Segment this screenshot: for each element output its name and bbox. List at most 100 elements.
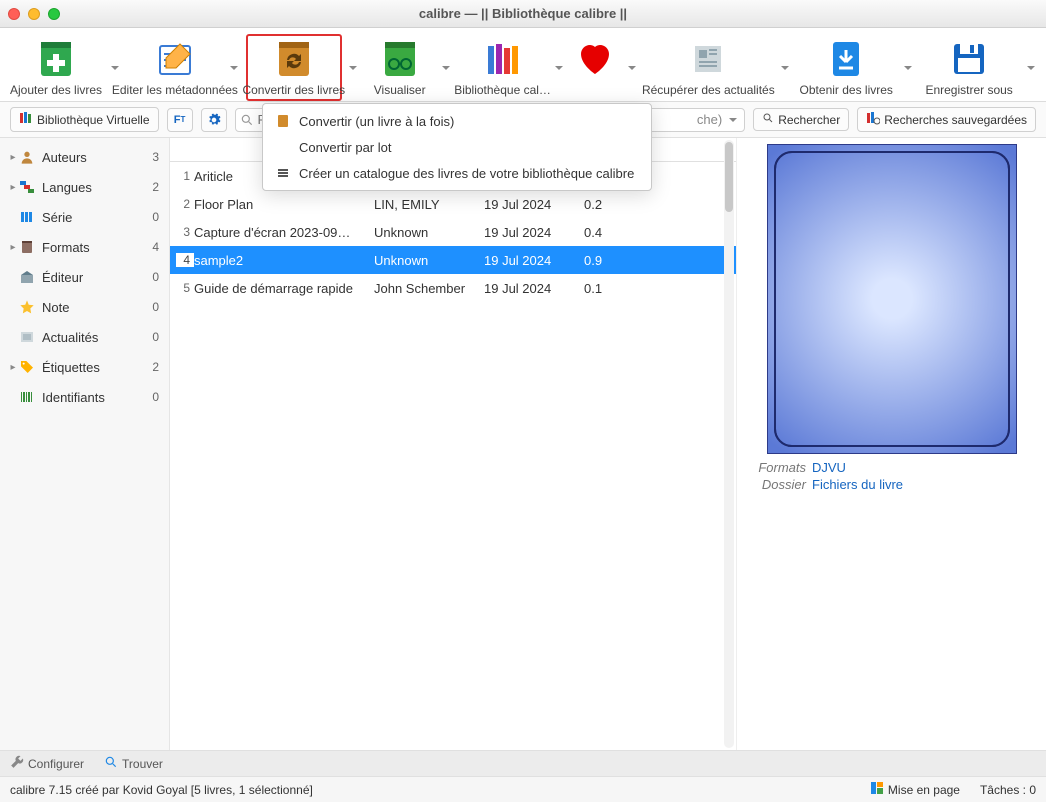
chevron-right-icon: ▸ (8, 152, 18, 163)
star-icon (18, 298, 36, 316)
book-date: 19 Jul 2024 (484, 281, 584, 296)
row-number: 4 (176, 253, 194, 267)
get-books-caret[interactable] (900, 34, 915, 101)
publisher-icon (18, 268, 36, 286)
tag-browser: ▸ Auteurs 3 ▸ Langues 2 Série 0 ▸ Format… (0, 138, 170, 750)
toolbar-label: Obtenir des livres (800, 83, 893, 97)
tag-browser-toolbar: Configurer Trouver (0, 750, 1046, 776)
search-button[interactable]: Rechercher (753, 108, 849, 131)
book-title: Capture d'écran 2023-09… (194, 225, 374, 240)
sidebar-item-formats[interactable]: ▸ Formats 4 (0, 232, 169, 262)
convert-small-icon (275, 113, 291, 129)
convert-books-button[interactable]: Convertir des livres (246, 34, 342, 101)
book-row[interactable]: 4sample2Unknown19 Jul 20240.9 (170, 246, 736, 274)
pencil-note-icon (154, 38, 196, 80)
bookshelf-small-icon (19, 111, 33, 128)
tag-icon (18, 358, 36, 376)
book-size: 0.9 (584, 253, 624, 268)
configure-button[interactable]: Configurer (10, 755, 84, 772)
scrollbar-thumb[interactable] (725, 142, 733, 212)
donate-button[interactable] (570, 34, 620, 101)
menu-create-catalog[interactable]: Créer un catalogue des livres de votre b… (263, 160, 651, 186)
sidebar-item-editeur[interactable]: Éditeur 0 (0, 262, 169, 292)
sidebar-item-langues[interactable]: ▸ Langues 2 (0, 172, 169, 202)
library-button[interactable]: Bibliothèque cal… (458, 34, 548, 101)
sidebar-item-actualites[interactable]: Actualités 0 (0, 322, 169, 352)
sidebar-item-auteurs[interactable]: ▸ Auteurs 3 (0, 142, 169, 172)
glasses-book-icon (379, 38, 421, 80)
saved-search-icon (866, 111, 880, 128)
fulltext-search-button[interactable]: FT (167, 108, 193, 132)
fetch-news-button[interactable]: Récupérer des actualités (643, 34, 773, 101)
toolbar-label: Convertir des livres (242, 83, 345, 97)
catalog-icon (275, 165, 291, 181)
magnifier-icon (762, 112, 774, 127)
convert-book-icon (273, 38, 315, 80)
library-caret[interactable] (552, 34, 567, 101)
toolbar-label: Editer les métadonnées (112, 83, 238, 97)
get-books-button[interactable]: Obtenir des livres (796, 34, 896, 101)
save-to-disk-caret[interactable] (1023, 34, 1038, 101)
chevron-right-icon: ▸ (8, 362, 18, 373)
book-author: John Schember (374, 281, 484, 296)
menu-convert-single[interactable]: Convertir (un livre à la fois) (263, 108, 651, 134)
book-icon (18, 238, 36, 256)
bookshelf-icon (482, 38, 524, 80)
book-cover[interactable] (767, 144, 1017, 454)
book-list: 1Ariticle2Floor PlanLIN, EMILY19 Jul 202… (170, 138, 736, 750)
add-books-button[interactable]: Ajouter des livres (8, 34, 104, 101)
virtual-library-button[interactable]: Bibliothèque Virtuelle (10, 107, 159, 132)
save-to-disk-button[interactable]: Enregistrer sous (919, 34, 1019, 101)
book-date: 19 Jul 2024 (484, 253, 584, 268)
toolbar-label: Visualiser (374, 83, 426, 97)
find-button[interactable]: Trouver (104, 755, 163, 772)
saved-searches-button[interactable]: Recherches sauvegardées (857, 107, 1036, 132)
view-book-button[interactable]: Visualiser (365, 34, 435, 101)
convert-books-caret[interactable] (346, 34, 361, 101)
book-size: 0.4 (584, 225, 624, 240)
sidebar-item-etiquettes[interactable]: ▸ Étiquettes 2 (0, 352, 169, 382)
book-title: Guide de démarrage rapide (194, 281, 374, 296)
edit-metadata-button[interactable]: Editer les métadonnées (127, 34, 223, 101)
book-row[interactable]: 5Guide de démarrage rapideJohn Schember1… (170, 274, 736, 302)
main-toolbar: Ajouter des livres Editer les métadonnée… (0, 28, 1046, 102)
menu-convert-bulk[interactable]: Convertir par lot (263, 134, 651, 160)
status-bar: calibre 7.15 créé par Kovid Goyal [5 liv… (0, 776, 1046, 802)
donate-caret[interactable] (624, 34, 639, 101)
sidebar-item-identifiants[interactable]: Identifiants 0 (0, 382, 169, 412)
floppy-disk-icon (948, 38, 990, 80)
fetch-news-caret[interactable] (777, 34, 792, 101)
formats-label: Formats (751, 460, 806, 475)
book-size: 0.2 (584, 197, 624, 212)
book-row[interactable]: 2Floor PlanLIN, EMILY19 Jul 20240.2 (170, 190, 736, 218)
sidebar-item-note[interactable]: Note 0 (0, 292, 169, 322)
book-row[interactable]: 3Capture d'écran 2023-09…Unknown19 Jul 2… (170, 218, 736, 246)
add-book-icon (35, 38, 77, 80)
formats-value[interactable]: DJVU (812, 460, 846, 475)
layout-icon (870, 781, 884, 798)
book-size: 0.1 (584, 281, 624, 296)
view-book-caret[interactable] (439, 34, 454, 101)
magnifier-icon (104, 755, 118, 772)
series-icon (18, 208, 36, 226)
dossier-label: Dossier (751, 477, 806, 492)
row-number: 3 (176, 225, 194, 239)
book-details-panel: Formats DJVU Dossier Fichiers du livre (736, 138, 1046, 750)
toolbar-label: Ajouter des livres (10, 83, 102, 97)
download-book-icon (825, 38, 867, 80)
layout-button[interactable]: Mise en page (870, 781, 960, 798)
wrench-icon (10, 755, 24, 772)
book-date: 19 Jul 2024 (484, 197, 584, 212)
jobs-button[interactable]: Tâches : 0 (980, 783, 1036, 797)
toolbar-label: Enregistrer sous (925, 83, 1012, 97)
status-text: calibre 7.15 créé par Kovid Goyal [5 liv… (10, 783, 313, 797)
titlebar: calibre — || Bibliothèque calibre || (0, 0, 1046, 28)
scrollbar[interactable] (724, 140, 734, 748)
search-settings-button[interactable] (201, 108, 227, 132)
person-icon (18, 148, 36, 166)
edit-metadata-caret[interactable] (227, 34, 242, 101)
dossier-value[interactable]: Fichiers du livre (812, 477, 903, 492)
toolbar-label: Bibliothèque cal… (454, 83, 551, 97)
sidebar-item-serie[interactable]: Série 0 (0, 202, 169, 232)
window-title: calibre — || Bibliothèque calibre || (0, 6, 1046, 21)
